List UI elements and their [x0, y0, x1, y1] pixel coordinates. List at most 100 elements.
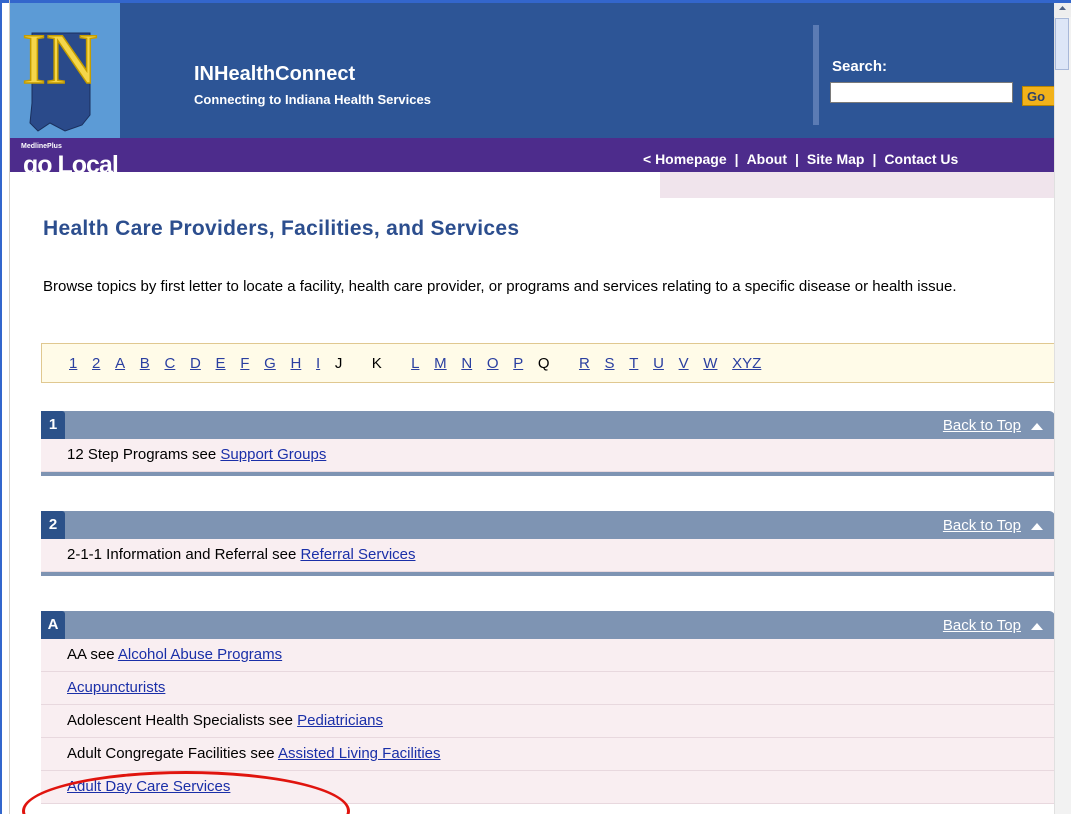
alphabet-entry: T — [629, 355, 638, 372]
alphabet-link[interactable]: W — [703, 355, 717, 372]
alphabet-entry: K — [372, 355, 397, 372]
item-text: Adult Congregate Facilities see — [67, 745, 278, 762]
site-subtitle: Connecting to Indiana Health Services — [194, 92, 431, 107]
item-text: Adolescent Health Specialists see — [67, 712, 298, 729]
alphabet-link[interactable]: I — [316, 355, 320, 372]
nav-homepage-link[interactable]: < Homepage — [643, 151, 727, 167]
alphabet-link[interactable]: P — [513, 355, 523, 372]
section-header: A Back to Top — [41, 611, 1055, 639]
alphabet-link[interactable]: S — [605, 355, 615, 372]
alphabet-link[interactable]: M — [434, 355, 447, 372]
alphabet-entry: U — [653, 355, 664, 372]
alphabet-entry: E — [216, 355, 226, 372]
alphabet-entry: 1 — [69, 355, 77, 372]
alphabet-link[interactable]: U — [653, 355, 664, 372]
section-divider — [41, 472, 1055, 476]
alphabet-entry: O — [487, 355, 499, 372]
alphabet-letter: K — [371, 355, 382, 372]
alphabet-link[interactable]: XYZ — [732, 355, 761, 372]
alphabet-entry: F — [240, 355, 249, 372]
alphabet-entry: A — [115, 355, 125, 372]
alphabet-entry: I — [316, 355, 320, 372]
section-header: 2 Back to Top — [41, 511, 1055, 539]
search-label: Search: — [832, 58, 888, 75]
go-local-label: go Local — [23, 151, 119, 179]
alphabet-entry: V — [679, 355, 689, 372]
browser-viewport: IN INHealthConnect Connecting to Indiana… — [0, 0, 1071, 814]
up-arrow-icon[interactable] — [1031, 423, 1043, 430]
item-link[interactable]: Referral Services — [300, 546, 415, 563]
alphabet-link[interactable]: C — [164, 355, 175, 372]
section-letter: 2 — [41, 511, 65, 539]
back-to-top-link[interactable]: Back to Top — [943, 517, 1021, 534]
alphabet-link[interactable]: A — [115, 355, 125, 372]
alphabet-link[interactable]: F — [240, 355, 249, 372]
alphabet-link[interactable]: T — [629, 355, 638, 372]
item-link[interactable]: Assisted Living Facilities — [278, 745, 441, 762]
alphabet-link[interactable]: L — [411, 355, 419, 372]
up-arrow-icon[interactable] — [1031, 523, 1043, 530]
window-frame-left — [0, 0, 2, 814]
item-link[interactable]: Pediatricians — [297, 712, 383, 729]
alphabet-entry: J — [335, 355, 357, 372]
alphabet-index: 1 2 A B C D E F G H I J K L M N O P Q R S T U V W XYZ — [41, 343, 1071, 383]
alphabet-link[interactable]: D — [190, 355, 201, 372]
go-local-logo[interactable]: MedlinePlus go Local — [21, 143, 141, 189]
item-link[interactable]: Acupuncturists — [67, 679, 165, 696]
alphabet-entry: G — [264, 355, 276, 372]
list-item: Adolescent Health Specialists see Pediat… — [41, 705, 1055, 738]
alphabet-link[interactable]: O — [487, 355, 499, 372]
alphabet-link[interactable]: N — [461, 355, 472, 372]
alphabet-entry: 2 — [92, 355, 100, 372]
list-item: AA see Alcohol Abuse Programs — [41, 639, 1055, 672]
indiana-logo[interactable]: IN — [10, 3, 120, 138]
alphabet-entry: P — [513, 355, 523, 372]
alphabet-entry: C — [164, 355, 175, 372]
nav-bar-shadow — [660, 172, 1054, 198]
nav-links: < Homepage | About | Site Map | Contact Us — [643, 151, 958, 167]
alphabet-link[interactable]: V — [679, 355, 689, 372]
back-to-top-link[interactable]: Back to Top — [943, 417, 1021, 434]
alphabet-entry: N — [461, 355, 472, 372]
item-text: 2-1-1 Information and Referral see — [67, 546, 301, 563]
section-header: 1 Back to Top — [41, 411, 1055, 439]
site-header: IN INHealthConnect Connecting to Indiana… — [10, 3, 1054, 138]
alphabet-entry: W — [703, 355, 717, 372]
scrollbar-thumb[interactable] — [1055, 18, 1069, 70]
alphabet-entry: D — [190, 355, 201, 372]
nav-sitemap-link[interactable]: Site Map — [807, 151, 865, 167]
window-frame-inner — [9, 0, 10, 814]
list-item: Acupuncturists — [41, 672, 1055, 705]
item-link[interactable]: Alcohol Abuse Programs — [118, 646, 282, 663]
alphabet-link[interactable]: E — [216, 355, 226, 372]
medlineplus-label: MedlinePlus — [21, 143, 62, 150]
alphabet-link[interactable]: B — [140, 355, 150, 372]
list-item: 12 Step Programs see Support Groups — [41, 439, 1055, 472]
site-title: INHealthConnect — [194, 63, 356, 85]
back-to-top-link[interactable]: Back to Top — [943, 617, 1021, 634]
alphabet-entry: XYZ — [732, 355, 761, 372]
section-letter: 1 — [41, 411, 65, 439]
section-letter: A — [41, 611, 65, 639]
item-link[interactable]: Support Groups — [220, 446, 326, 463]
search-input[interactable] — [830, 82, 1013, 103]
alphabet-link[interactable]: G — [264, 355, 276, 372]
item-text: 12 Step Programs see — [67, 446, 221, 463]
alphabet-link[interactable]: 1 — [69, 355, 77, 372]
nav-separator: | — [734, 151, 739, 167]
alphabet-entry: S — [605, 355, 615, 372]
up-arrow-icon[interactable] — [1031, 623, 1043, 630]
alphabet-link[interactable]: 2 — [92, 355, 100, 372]
alphabet-entry: L — [411, 355, 419, 372]
alphabet-link[interactable]: R — [579, 355, 590, 372]
alphabet-letter: J — [334, 355, 343, 372]
intro-text: Browse topics by first letter to locate … — [43, 278, 957, 295]
nav-about-link[interactable]: About — [747, 151, 787, 167]
nav-contact-link[interactable]: Contact Us — [884, 151, 958, 167]
vertical-scrollbar[interactable] — [1054, 0, 1071, 814]
header-divider — [813, 25, 819, 125]
alphabet-letter: Q — [537, 355, 550, 372]
section-divider — [41, 572, 1055, 576]
alphabet-link[interactable]: H — [290, 355, 301, 372]
item-text: AA see — [67, 646, 118, 663]
